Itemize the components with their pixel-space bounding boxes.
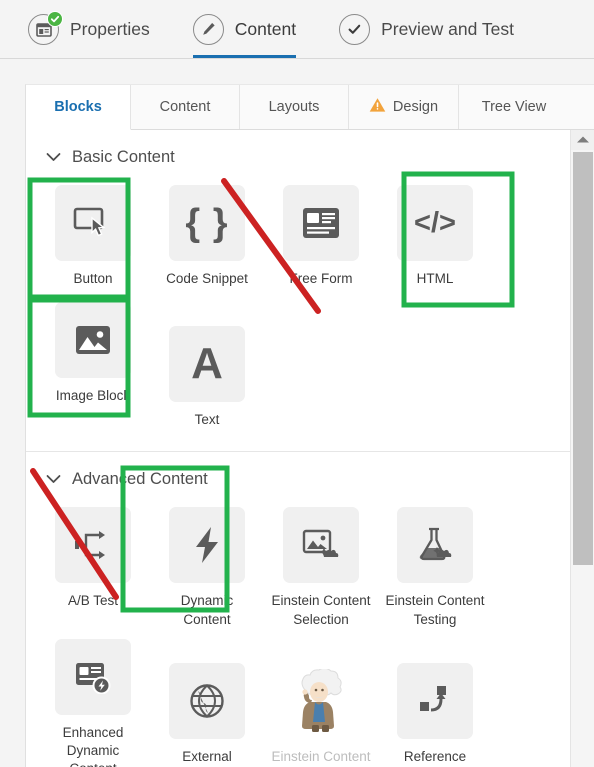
- completed-check-badge: [47, 11, 63, 27]
- tile-ab-test-label: A/B Test: [67, 593, 119, 609]
- tile-code-snippet[interactable]: { } Code Snippet: [160, 185, 254, 288]
- split-arrows-icon: [55, 507, 131, 584]
- nav-tab-properties[interactable]: Properties: [28, 0, 150, 59]
- tile-ab-test[interactable]: A/B Test: [46, 507, 140, 628]
- image-icon: [55, 302, 131, 379]
- nav-tab-properties-label: Properties: [70, 19, 150, 39]
- tab-layouts-label: Layouts: [268, 99, 320, 115]
- tile-text-label: Text: [194, 412, 220, 428]
- nav-tab-content[interactable]: Content: [192, 0, 297, 59]
- scrollbar-thumb[interactable]: [573, 152, 593, 565]
- panel-tab-bar: Blocks Content Layouts Design Tree View: [26, 85, 594, 130]
- tile-text[interactable]: A Text: [160, 326, 254, 429]
- advanced-content-tile-grid: A/B Test Dynamic Content Einstein Conten…: [26, 503, 571, 767]
- tab-blocks-label: Blocks: [54, 99, 102, 115]
- tile-reference-content[interactable]: Reference Content: [388, 662, 482, 767]
- section-advanced-content-header[interactable]: Advanced Content: [26, 452, 571, 503]
- page-layout-icon: [28, 11, 63, 45]
- lightning-bolt-icon: [169, 507, 245, 584]
- button-cursor-icon: [55, 185, 131, 261]
- tab-layouts[interactable]: Layouts: [240, 85, 349, 129]
- tile-einstein-content-selection-label: Einstein Content Selection: [271, 593, 371, 627]
- tab-blocks[interactable]: Blocks: [26, 85, 131, 130]
- nav-tab-preview-and-test[interactable]: Preview and Test: [339, 0, 514, 59]
- pencil-icon: [192, 14, 224, 45]
- tile-enhanced-dynamic-content-label: Enhanced Dynamic Content: [62, 724, 124, 767]
- tile-free-form[interactable]: Free Form: [274, 185, 368, 288]
- basic-content-tile-grid: Button { } Code Snippet Free Form </> HT…: [26, 181, 571, 451]
- free-form-layout-icon: [283, 185, 359, 261]
- section-basic-content-header[interactable]: Basic Content: [26, 130, 571, 181]
- tile-html[interactable]: </> HTML: [388, 185, 482, 288]
- einstein-character-icon: [283, 663, 359, 739]
- tile-einstein-content-testing[interactable]: Einstein Content Testing: [385, 507, 485, 628]
- tile-einstein-content-testing-label: Einstein Content Testing: [385, 593, 485, 627]
- reference-arrow-icon: [397, 662, 473, 739]
- tab-content-label: Content: [159, 99, 211, 115]
- tile-image-block-label: Image Block: [55, 388, 131, 404]
- tile-button[interactable]: Button: [46, 185, 140, 288]
- tile-code-snippet-label: Code Snippet: [166, 271, 248, 286]
- flask-sparkle-icon: [397, 507, 473, 584]
- angle-brackets-icon: </>: [397, 185, 473, 261]
- tile-einstein-content-label: Einstein Content: [271, 748, 371, 764]
- tile-button-label: Button: [73, 271, 113, 286]
- globe-icon: [169, 662, 245, 739]
- tile-enhanced-dynamic-content[interactable]: Enhanced Dynamic Content: [46, 638, 140, 767]
- content-builder-screen: Properties Content Preview and Test Bloc…: [0, 0, 594, 767]
- primary-nav-divider: [0, 58, 594, 59]
- tile-einstein-content-selection[interactable]: Einstein Content Selection: [271, 507, 371, 628]
- tab-tree-view[interactable]: Tree View: [459, 85, 569, 129]
- nav-tab-content-label: Content: [234, 19, 297, 39]
- chevron-down-icon: [46, 470, 61, 489]
- curly-braces-icon: { }: [169, 185, 245, 261]
- tile-external-content[interactable]: External Content: [160, 662, 254, 767]
- tab-content[interactable]: Content: [131, 85, 240, 129]
- tile-html-label: HTML: [416, 271, 454, 286]
- vertical-scrollbar[interactable]: [570, 130, 594, 767]
- tile-image-block[interactable]: Image Block: [46, 302, 140, 429]
- checkmark-icon: [339, 14, 371, 45]
- image-sparkle-icon: [283, 507, 359, 584]
- tile-external-content-label: External Content: [182, 748, 232, 764]
- section-basic-content: Basic Content Button {} Code Snippet Fr…: [26, 130, 571, 451]
- tile-dynamic-content-label: Dynamic Content: [180, 593, 234, 627]
- tab-tree-view-label: Tree View: [481, 99, 547, 115]
- section-basic-content-title: Basic Content: [72, 148, 175, 166]
- section-advanced-content: Advanced Content A/B Test Dynamic Conten…: [26, 452, 571, 767]
- section-advanced-content-title: Advanced Content: [72, 470, 208, 489]
- caret-up-icon: [576, 131, 590, 149]
- blocks-scroll-area: Basic Content Button {} Code Snippet Fr…: [26, 130, 571, 767]
- tile-einstein-content: Einstein Content: [271, 663, 371, 767]
- primary-nav: Properties Content Preview and Test: [0, 0, 594, 59]
- tab-design-label: Design: [392, 99, 439, 115]
- tile-reference-content-label: Reference Content: [403, 748, 467, 764]
- chevron-down-icon: [46, 148, 61, 167]
- layout-bolt-icon: [55, 638, 131, 715]
- scroll-up-button[interactable]: [571, 130, 594, 150]
- warning-triangle-icon: [369, 97, 386, 117]
- blocks-panel: Blocks Content Layouts Design Tree View …: [25, 84, 594, 767]
- tile-free-form-label: Free Form: [289, 271, 353, 286]
- tab-design[interactable]: Design: [349, 85, 459, 129]
- nav-tab-preview-and-test-label: Preview and Test: [381, 19, 515, 39]
- tile-dynamic-content[interactable]: Dynamic Content: [160, 507, 254, 628]
- letter-a-icon: A: [169, 326, 245, 403]
